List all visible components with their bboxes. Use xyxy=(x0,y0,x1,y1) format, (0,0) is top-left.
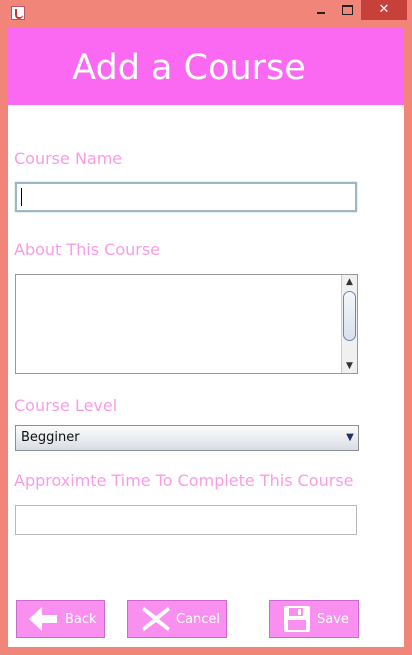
course-level-label: Course Level xyxy=(14,396,118,415)
save-button[interactable]: Save xyxy=(269,600,359,638)
course-name-label: Course Name xyxy=(14,149,123,168)
about-course-label: About This Course xyxy=(14,240,161,259)
save-button-label: Save xyxy=(317,612,349,627)
course-level-select[interactable]: Begginer ▼ xyxy=(15,425,359,451)
back-button-label: Back xyxy=(65,612,97,627)
content-panel: Add a Course Course Name About This Cour… xyxy=(8,28,404,647)
course-name-field[interactable] xyxy=(15,182,357,212)
maximize-button[interactable] xyxy=(334,0,360,20)
app-window: ✕ Add a Course Course Name About This Co… xyxy=(0,0,412,655)
close-button[interactable]: ✕ xyxy=(361,0,407,20)
scroll-down-arrow-icon[interactable]: ▼ xyxy=(342,359,357,373)
arrow-left-icon xyxy=(29,607,57,631)
completion-time-field[interactable] xyxy=(15,505,357,535)
scroll-thumb[interactable] xyxy=(343,291,356,341)
scroll-up-arrow-icon[interactable]: ▲ xyxy=(342,275,357,289)
minimize-button[interactable] xyxy=(308,0,334,20)
page-title: Add a Course xyxy=(72,48,306,88)
text-caret xyxy=(21,188,22,206)
course-level-value: Begginer xyxy=(21,430,80,445)
vertical-scrollbar[interactable]: ▲ ▼ xyxy=(341,275,357,373)
java-icon xyxy=(11,6,25,20)
cancel-button[interactable]: Cancel xyxy=(127,600,227,638)
floppy-disk-icon xyxy=(284,606,310,632)
title-bar: ✕ xyxy=(0,0,412,28)
header-banner: Add a Course xyxy=(8,28,404,105)
about-course-textarea[interactable]: ▲ ▼ xyxy=(15,274,358,374)
completion-time-label: Approximte Time To Complete This Course xyxy=(14,471,354,490)
cancel-button-label: Cancel xyxy=(176,612,221,627)
chevron-down-icon[interactable]: ▼ xyxy=(342,426,358,450)
x-icon xyxy=(142,607,170,631)
back-button[interactable]: Back xyxy=(16,600,105,638)
